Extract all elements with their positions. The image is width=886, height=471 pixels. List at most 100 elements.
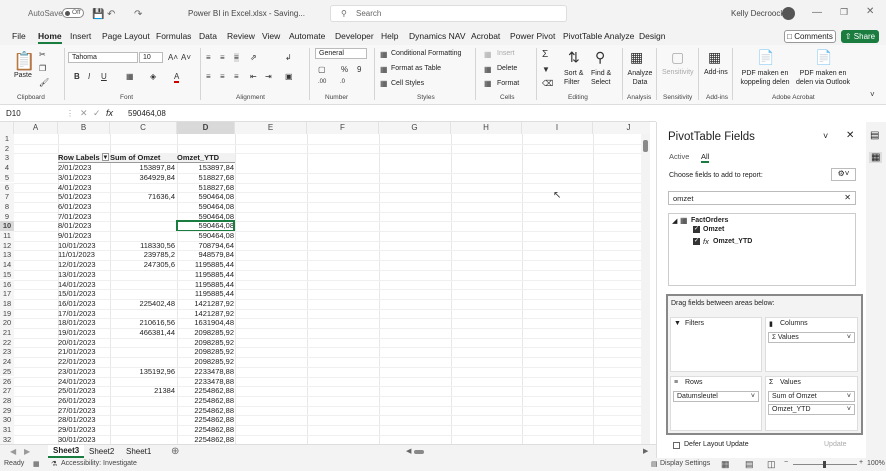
redo-icon[interactable]: ↷ xyxy=(134,9,142,20)
row-header[interactable]: 31 xyxy=(0,425,14,435)
restore-icon[interactable]: ❐ xyxy=(840,7,848,18)
sum-of-omzet-cell[interactable]: 210616,56 xyxy=(110,318,175,328)
page-break-view-icon[interactable]: ◫ xyxy=(767,459,776,470)
sheet-tab[interactable]: Sheet2 xyxy=(89,447,114,456)
search-box[interactable]: ⚲ Search xyxy=(330,5,567,22)
number-format-select[interactable]: General xyxy=(315,48,367,59)
paste-icon[interactable]: 📋 xyxy=(13,51,35,72)
decrease-indent-icon[interactable]: ⇤ xyxy=(250,72,257,81)
row-label-cell[interactable]: 28/01/2023 xyxy=(58,415,110,425)
minimize-icon[interactable]: — xyxy=(812,7,822,18)
cut-icon[interactable]: ✂ xyxy=(39,50,46,59)
row-label-cell[interactable]: 20/01/2023 xyxy=(58,338,110,348)
scroll-thumb[interactable] xyxy=(643,140,648,152)
zoom-out-icon[interactable]: − xyxy=(784,459,788,466)
sum-of-omzet-cell[interactable]: 153897,84 xyxy=(110,163,175,173)
increase-decimal-icon[interactable]: .00 xyxy=(318,79,326,85)
font-size-select[interactable]: 10 xyxy=(139,52,163,63)
sort-filter-button[interactable]: Sort & Filter xyxy=(564,69,590,87)
rows-zone[interactable]: ≡ Rows Datumsleutel ˅ xyxy=(670,376,762,431)
omzet-ytd-cell[interactable]: 2098285,92 xyxy=(177,357,234,367)
align-center-icon[interactable]: ≡ xyxy=(220,72,225,81)
autosave-toggle[interactable]: Off xyxy=(62,8,84,18)
pivot-header-row-labels[interactable]: Row Labels ▾ xyxy=(58,153,110,164)
cell-styles-icon[interactable]: ▦ xyxy=(380,79,388,88)
name-box[interactable]: D10 xyxy=(2,108,62,120)
row-header[interactable]: 13 xyxy=(0,250,14,261)
omzet-ytd-cell[interactable]: 2098285,92 xyxy=(177,328,234,338)
merge-center-icon[interactable]: ▣ xyxy=(285,72,293,81)
tab-file[interactable]: File xyxy=(12,31,26,41)
insert-cells-icon[interactable]: ▦ xyxy=(484,50,492,59)
omzet-ytd-cell[interactable]: 1195885,44 xyxy=(177,260,234,270)
tab-data[interactable]: Data xyxy=(199,31,217,41)
update-button[interactable]: Update xyxy=(824,441,847,448)
columns-field-values[interactable]: Σ Values ˅ xyxy=(768,332,855,343)
insert-function-icon[interactable]: fx xyxy=(106,108,113,118)
row-label-cell[interactable]: 9/01/2023 xyxy=(58,231,110,241)
autosum-icon[interactable]: Σ xyxy=(542,49,548,60)
omzet-ytd-cell[interactable]: 2254862,88 xyxy=(177,435,234,444)
pdf-outlook-icon[interactable]: 📄 xyxy=(815,49,832,66)
enter-icon[interactable]: ✓ xyxy=(93,108,101,119)
font-color-icon[interactable]: A xyxy=(174,72,180,83)
percent-icon[interactable]: % xyxy=(341,65,348,74)
omzet-ytd-cell[interactable]: 1195885,44 xyxy=(177,280,234,290)
row-header[interactable]: 8 xyxy=(0,201,14,212)
tab-acrobat[interactable]: Acrobat xyxy=(471,31,500,41)
row-header[interactable]: 26 xyxy=(0,376,14,387)
row-label-cell[interactable]: 24/01/2023 xyxy=(58,377,110,387)
fill-color-icon[interactable]: ◈ xyxy=(150,72,156,81)
scroll-right-icon[interactable]: ▶ xyxy=(643,447,648,455)
omzet-ytd-cell[interactable]: 590464,08 xyxy=(176,220,235,232)
scroll-left-icon[interactable]: ◀ xyxy=(406,447,411,455)
values-field-omzet-ytd[interactable]: Omzet_YTD ˅ xyxy=(768,404,855,415)
row-label-cell[interactable]: 27/01/2023 xyxy=(58,406,110,416)
omzet-ytd-cell[interactable]: 2098285,92 xyxy=(177,338,234,348)
omzet-ytd-cell[interactable]: 153897,84 xyxy=(177,163,234,173)
row-header[interactable]: 28 xyxy=(0,395,14,406)
row-label-cell[interactable]: 22/01/2023 xyxy=(58,357,110,367)
format-cells-button[interactable]: Format xyxy=(497,80,519,87)
increase-indent-icon[interactable]: ⇥ xyxy=(265,72,272,81)
sum-of-omzet-cell[interactable]: 118330,56 xyxy=(110,241,175,251)
comma-icon[interactable]: 9 xyxy=(357,65,361,74)
tab-automate[interactable]: Automate xyxy=(289,31,325,41)
tab-design[interactable]: Design xyxy=(639,31,665,41)
row-header[interactable]: 24 xyxy=(0,357,14,367)
row-header[interactable]: 10 xyxy=(0,221,14,231)
analyze-data-icon[interactable]: ▦ xyxy=(630,49,643,66)
omzet-ytd-cell[interactable]: 2233478,88 xyxy=(177,367,234,377)
row-label-cell[interactable]: 2/01/2023 xyxy=(58,163,110,173)
collapse-ribbon-icon[interactable]: ˅ xyxy=(870,90,875,99)
row-label-cell[interactable]: 8/01/2023 xyxy=(58,221,110,231)
sum-of-omzet-cell[interactable]: 466381,44 xyxy=(110,328,175,338)
tab-developer[interactable]: Developer xyxy=(335,31,374,41)
omzet-ytd-cell[interactable]: 2254862,88 xyxy=(177,425,234,435)
tab-page-layout[interactable]: Page Layout xyxy=(102,31,150,41)
row-header[interactable]: 29 xyxy=(0,405,14,416)
wrap-text-icon[interactable]: ↲ xyxy=(285,53,292,62)
pdf-share-link-icon[interactable]: 📄 xyxy=(757,49,774,66)
row-label-cell[interactable]: 14/01/2023 xyxy=(58,280,110,290)
add-ins-icon[interactable]: ▦ xyxy=(708,49,721,66)
borders-icon[interactable]: ▦ xyxy=(126,72,134,81)
fill-icon[interactable]: ▼ xyxy=(542,65,550,74)
close-icon[interactable]: ✕ xyxy=(866,6,874,17)
field-search-input[interactable]: omzet ✕ xyxy=(668,191,856,205)
properties-icon[interactable]: ▤ xyxy=(870,130,879,141)
increase-font-icon[interactable]: A˄ xyxy=(168,53,178,62)
row-label-cell[interactable]: 3/01/2023 xyxy=(58,173,110,183)
row-label-cell[interactable]: 11/01/2023 xyxy=(58,250,110,260)
sensitivity-button[interactable]: Sensitivity xyxy=(662,69,694,76)
pivot-header-omzet-ytd[interactable]: Omzet_YTD xyxy=(177,153,235,164)
omzet-ytd-cell[interactable]: 948579,84 xyxy=(177,250,234,260)
align-bottom-icon[interactable]: ≡ xyxy=(234,53,239,62)
row-header[interactable]: 6 xyxy=(0,182,14,193)
row-header[interactable]: 9 xyxy=(0,211,14,222)
omzet-ytd-cell[interactable]: 1421287,92 xyxy=(177,299,234,309)
decrease-font-icon[interactable]: A˅ xyxy=(181,53,191,62)
omzet-ytd-cell[interactable]: 2254862,88 xyxy=(177,386,234,396)
tab-help[interactable]: Help xyxy=(381,31,398,41)
tab-review[interactable]: Review xyxy=(227,31,255,41)
